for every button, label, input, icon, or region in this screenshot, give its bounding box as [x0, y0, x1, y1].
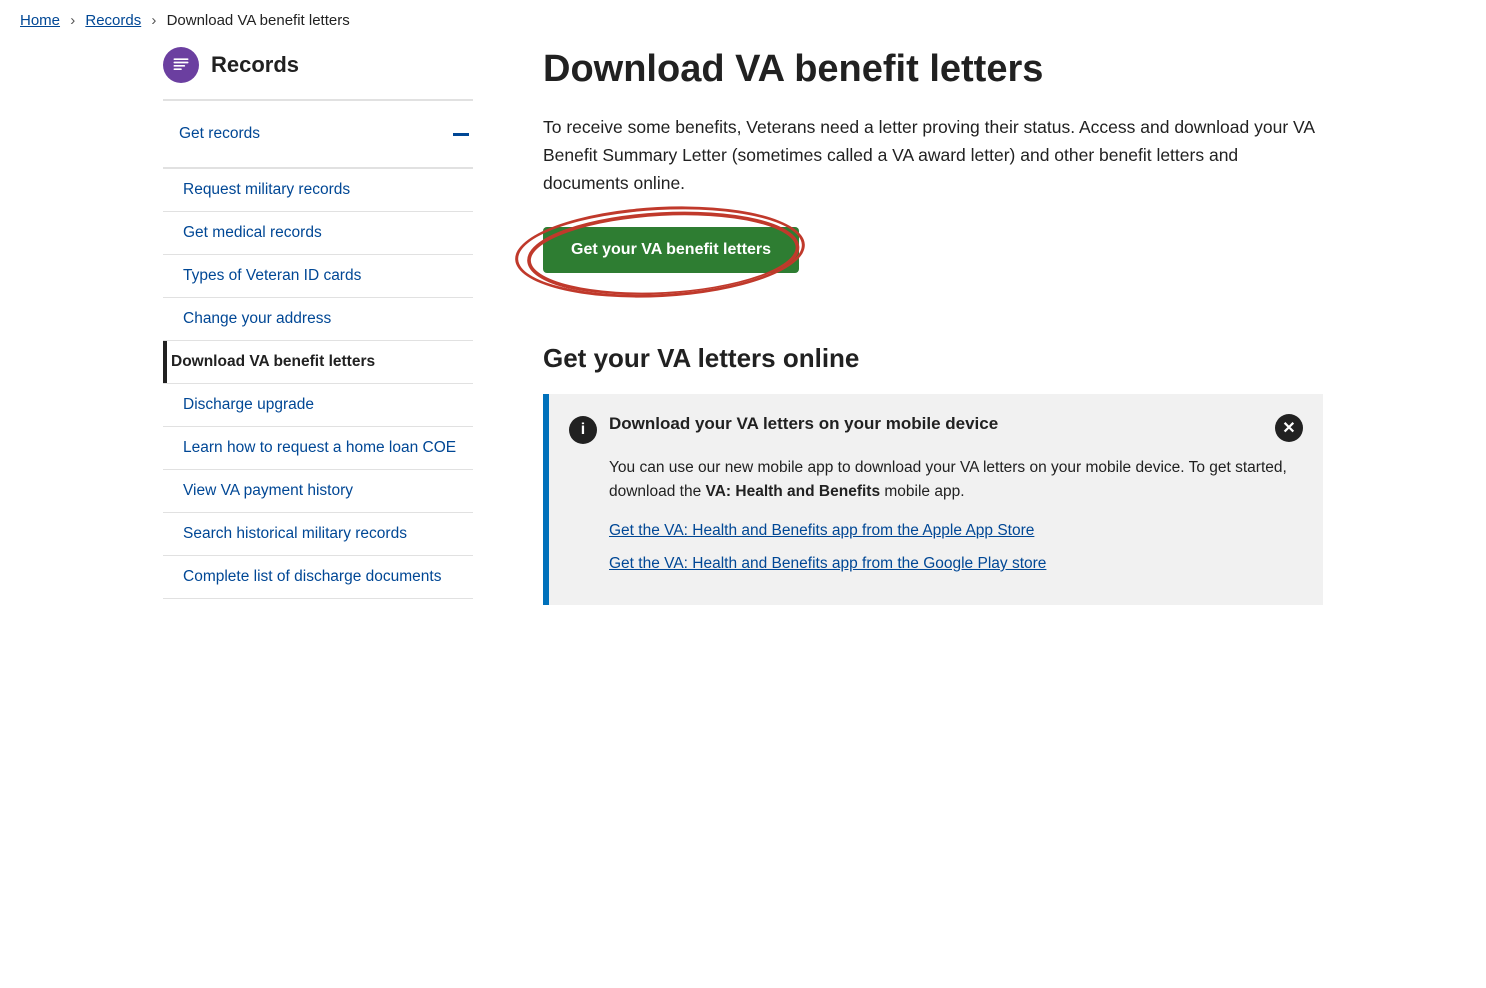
close-button[interactable]: ✕: [1275, 414, 1303, 442]
sidebar-item-discharge-upgrade[interactable]: Discharge upgrade: [163, 384, 473, 427]
records-icon: [163, 47, 199, 83]
sidebar-link-discharge-upgrade[interactable]: Discharge upgrade: [163, 384, 473, 426]
sidebar-item-discharge-docs[interactable]: Complete list of discharge documents: [163, 556, 473, 599]
info-box-body: You can use our new mobile app to downlo…: [569, 456, 1303, 577]
apple-app-store-link[interactable]: Get the VA: Health and Benefits app from…: [609, 519, 1303, 544]
breadcrumb-sep-2: ›: [151, 12, 156, 29]
sidebar: Records Get records Request military rec…: [163, 37, 503, 625]
cta-button[interactable]: Get your VA benefit letters: [543, 227, 799, 273]
sidebar-item-historical-records[interactable]: Search historical military records: [163, 513, 473, 556]
info-box: i Download your VA letters on your mobil…: [543, 394, 1323, 605]
sidebar-title: Records: [211, 52, 299, 78]
sidebar-link-discharge-docs[interactable]: Complete list of discharge documents: [163, 556, 473, 598]
sidebar-link-home-loan-coe[interactable]: Learn how to request a home loan COE: [163, 427, 473, 469]
nav-dash-icon: [453, 133, 469, 136]
sidebar-item-payment-history[interactable]: View VA payment history: [163, 470, 473, 513]
sidebar-link-get-medical-records[interactable]: Get medical records: [163, 212, 473, 254]
breadcrumb-records[interactable]: Records: [85, 12, 141, 29]
sidebar-link-request-military-records[interactable]: Request military records: [163, 169, 473, 211]
sidebar-link-change-address[interactable]: Change your address: [163, 298, 473, 340]
sidebar-item-get-records[interactable]: Get records: [163, 101, 473, 169]
page-title: Download VA benefit letters: [543, 47, 1323, 93]
cta-wrapper: Get your VA benefit letters: [543, 227, 799, 303]
sidebar-link-payment-history[interactable]: View VA payment history: [163, 470, 473, 512]
breadcrumb-home[interactable]: Home: [20, 12, 60, 29]
breadcrumb-current: Download VA benefit letters: [167, 12, 350, 29]
records-svg-icon: [171, 55, 191, 75]
breadcrumb: Home › Records › Download VA benefit let…: [0, 0, 1486, 37]
sidebar-header: Records: [163, 47, 473, 101]
sidebar-item-get-medical-records[interactable]: Get medical records: [163, 212, 473, 255]
sidebar-link-types-veteran-id[interactable]: Types of Veteran ID cards: [163, 255, 473, 297]
sidebar-active-label: Download VA benefit letters: [171, 353, 375, 371]
app-name: VA: Health and Benefits: [706, 483, 881, 500]
section-title: Get your VA letters online: [543, 343, 1323, 374]
sidebar-item-download-benefit-letters[interactable]: Download VA benefit letters: [163, 341, 473, 384]
app-name-suffix: mobile app.: [884, 483, 964, 500]
sidebar-item-home-loan-coe[interactable]: Learn how to request a home loan COE: [163, 427, 473, 470]
google-play-link[interactable]: Get the VA: Health and Benefits app from…: [609, 552, 1303, 577]
info-box-title: Download your VA letters on your mobile …: [609, 414, 1275, 434]
breadcrumb-sep-1: ›: [70, 12, 75, 29]
sidebar-item-change-address[interactable]: Change your address: [163, 298, 473, 341]
info-box-description: You can use our new mobile app to downlo…: [609, 456, 1303, 506]
sidebar-nav: Get records Request military records Get…: [163, 101, 473, 599]
sidebar-item-request-military-records[interactable]: Request military records: [163, 169, 473, 212]
info-box-header: i Download your VA letters on your mobil…: [569, 414, 1303, 444]
page-intro: To receive some benefits, Veterans need …: [543, 113, 1323, 197]
sidebar-active-item: Download VA benefit letters: [163, 341, 473, 383]
sidebar-item-types-veteran-id[interactable]: Types of Veteran ID cards: [163, 255, 473, 298]
sidebar-link-historical-records[interactable]: Search historical military records: [163, 513, 473, 555]
main-content: Download VA benefit letters To receive s…: [503, 37, 1323, 625]
info-icon: i: [569, 416, 597, 444]
sidebar-link-get-records[interactable]: Get records: [171, 113, 260, 155]
